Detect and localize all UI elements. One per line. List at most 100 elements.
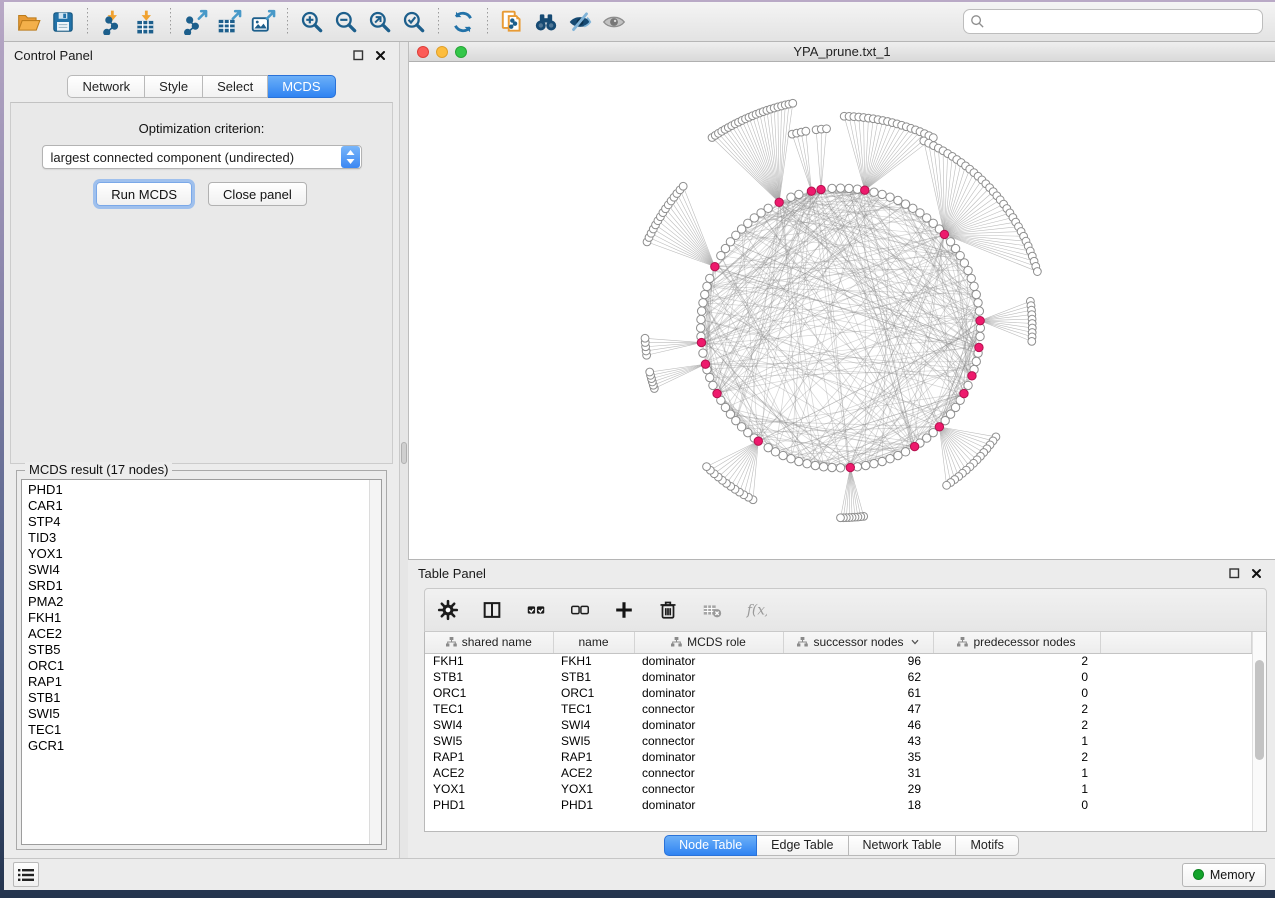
table-row[interactable]: ACE2ACE2connector311	[425, 765, 1252, 781]
network-canvas[interactable]	[409, 62, 1275, 559]
tab-style[interactable]: Style	[145, 75, 203, 98]
table-row[interactable]: ORC1ORC1dominator610	[425, 685, 1252, 701]
table-row[interactable]: STB1STB1dominator620	[425, 669, 1252, 685]
tab-edge-table[interactable]: Edge Table	[757, 835, 848, 856]
window-maximize-icon[interactable]	[455, 46, 467, 58]
close-panel-icon[interactable]	[371, 47, 389, 63]
zoom-fit-button[interactable]	[363, 6, 397, 38]
table-cell: ORC1	[553, 685, 634, 701]
import-table-button[interactable]	[129, 6, 163, 38]
mcds-result-item[interactable]: SWI5	[28, 706, 369, 722]
table-cell: 47	[783, 701, 933, 717]
table-row[interactable]: FKH1FKH1dominator962	[425, 653, 1252, 669]
export-table-button[interactable]	[212, 6, 246, 38]
optimization-criterion-select[interactable]: largest connected component (undirected)	[42, 145, 362, 169]
table-cell: 46	[783, 717, 933, 733]
memory-button[interactable]: Memory	[1182, 863, 1266, 887]
mcds-result-item[interactable]: TEC1	[28, 722, 369, 738]
find-button[interactable]	[529, 6, 563, 38]
mcds-result-item[interactable]: STB1	[28, 690, 369, 706]
delete-column-button[interactable]	[653, 595, 683, 625]
table-cell: SWI4	[425, 717, 553, 733]
table-cell: connector	[634, 701, 783, 717]
zoom-out-button[interactable]	[329, 6, 363, 38]
table-row[interactable]: YOX1YOX1connector291	[425, 781, 1252, 797]
close-panel-button[interactable]: Close panel	[208, 182, 307, 206]
column-header[interactable]: predecessor nodes	[933, 632, 1100, 653]
mcds-result-item[interactable]: YOX1	[28, 546, 369, 562]
mcds-list-scrollbar[interactable]	[369, 480, 381, 844]
zoom-in-button[interactable]	[295, 6, 329, 38]
table-cell: connector	[634, 733, 783, 749]
export-image-button[interactable]	[246, 6, 280, 38]
import-network-button[interactable]	[95, 6, 129, 38]
window-minimize-icon[interactable]	[436, 46, 448, 58]
column-header[interactable]: successor nodes	[783, 632, 933, 653]
panel-splitter[interactable]	[400, 42, 408, 858]
mcds-result-item[interactable]: STP4	[28, 514, 369, 530]
mcds-result-item[interactable]: GCR1	[28, 738, 369, 754]
mcds-result-item[interactable]: CAR1	[28, 498, 369, 514]
table-row[interactable]: RAP1RAP1dominator352	[425, 749, 1252, 765]
import-network-icon	[99, 9, 125, 35]
table-cell: YOX1	[425, 781, 553, 797]
select-all-rows-button[interactable]	[521, 595, 551, 625]
tab-select[interactable]: Select	[203, 75, 268, 98]
table-cell-filler	[1100, 781, 1252, 797]
tab-network[interactable]: Network	[67, 75, 145, 98]
network-window-titlebar[interactable]: YPA_prune.txt_1	[409, 42, 1275, 62]
run-mcds-button[interactable]: Run MCDS	[96, 182, 192, 206]
mcds-result-item[interactable]: TID3	[28, 530, 369, 546]
apply-layout-button[interactable]	[446, 6, 480, 38]
mcds-result-item[interactable]: RAP1	[28, 674, 369, 690]
float-panel-icon[interactable]	[1225, 565, 1243, 581]
show-all-button[interactable]	[597, 6, 631, 38]
mcds-result-item[interactable]: ACE2	[28, 626, 369, 642]
column-visibility-button[interactable]	[477, 595, 507, 625]
table-cell: 0	[933, 797, 1100, 813]
column-header[interactable]: name	[553, 632, 634, 653]
add-column-button[interactable]	[609, 595, 639, 625]
table-settings-button[interactable]	[433, 595, 463, 625]
table-row[interactable]: PHD1PHD1dominator180	[425, 797, 1252, 813]
export-network-button[interactable]	[178, 6, 212, 38]
hide-selected-button[interactable]	[563, 6, 597, 38]
toolbar-separator	[287, 8, 288, 36]
table-cell: YOX1	[553, 781, 634, 797]
tab-node-table[interactable]: Node Table	[664, 835, 757, 856]
tab-motifs[interactable]: Motifs	[956, 835, 1018, 856]
mcds-result-item[interactable]: ORC1	[28, 658, 369, 674]
float-panel-icon[interactable]	[349, 47, 367, 63]
tab-mcds[interactable]: MCDS	[268, 75, 335, 98]
table-scrollbar[interactable]	[1252, 632, 1266, 831]
table-row[interactable]: TEC1TEC1connector472	[425, 701, 1252, 717]
table-cell: 2	[933, 701, 1100, 717]
uncheck-all-icon	[569, 599, 591, 621]
scrollbar-thumb[interactable]	[1255, 660, 1264, 760]
optimization-criterion-label: Optimization criterion:	[139, 121, 265, 136]
save-session-button[interactable]	[46, 6, 80, 38]
mcds-result-item[interactable]: STB5	[28, 642, 369, 658]
deselect-all-rows-button[interactable]	[565, 595, 595, 625]
mcds-result-item[interactable]: FKH1	[28, 610, 369, 626]
table-cell: SWI5	[553, 733, 634, 749]
tab-network-table[interactable]: Network Table	[849, 835, 957, 856]
close-panel-icon[interactable]	[1247, 565, 1265, 581]
column-header[interactable]: MCDS role	[634, 632, 783, 653]
export-image-icon	[250, 9, 276, 35]
zoom-selected-button[interactable]	[397, 6, 431, 38]
table-row[interactable]: SWI4SWI4dominator462	[425, 717, 1252, 733]
task-history-button[interactable]	[13, 862, 39, 887]
search-input[interactable]	[963, 9, 1263, 34]
mcds-result-item[interactable]: SRD1	[28, 578, 369, 594]
plus-icon	[613, 599, 635, 621]
clone-network-button[interactable]	[495, 6, 529, 38]
window-close-icon[interactable]	[417, 46, 429, 58]
column-header[interactable]: shared name	[425, 632, 553, 653]
mcds-result-item[interactable]: SWI4	[28, 562, 369, 578]
table-row[interactable]: SWI5SWI5connector431	[425, 733, 1252, 749]
splitter-handle[interactable]	[401, 442, 407, 464]
open-session-button[interactable]	[12, 6, 46, 38]
mcds-result-item[interactable]: PHD1	[28, 482, 369, 498]
mcds-result-item[interactable]: PMA2	[28, 594, 369, 610]
